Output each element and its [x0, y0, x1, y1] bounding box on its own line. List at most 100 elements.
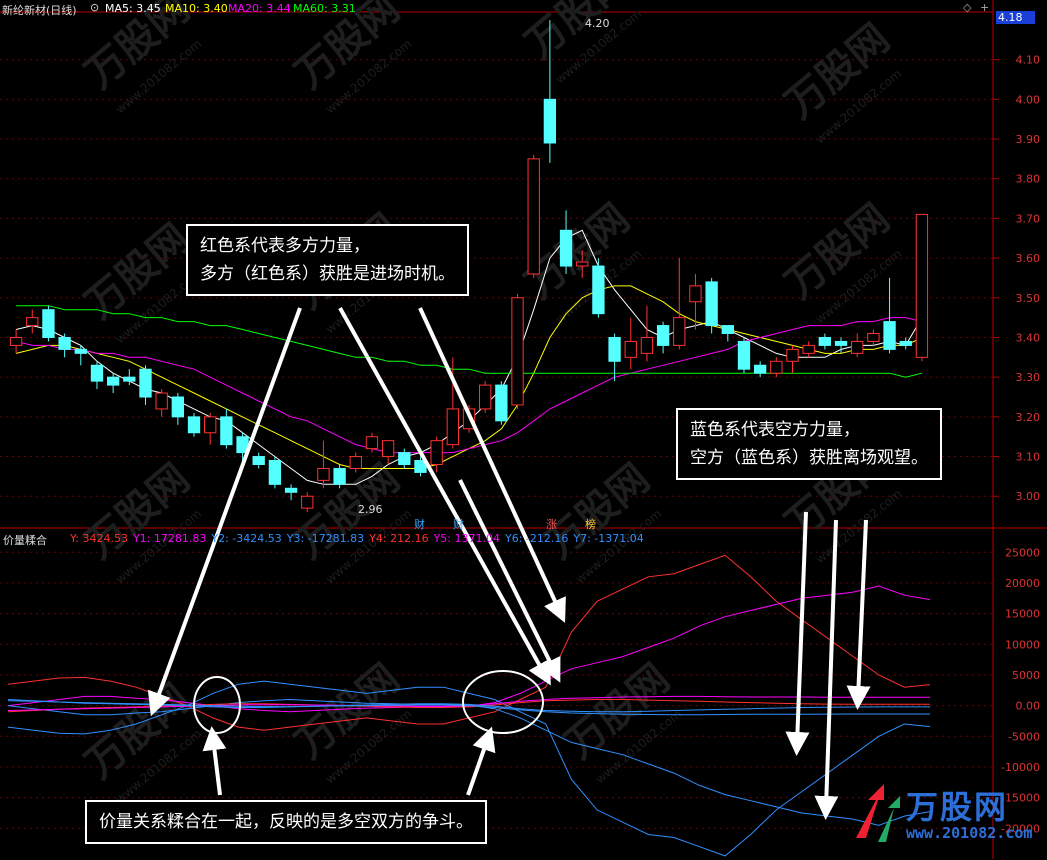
watermark-text: 万股网	[777, 195, 898, 307]
price-tick-label: 4.00	[1016, 93, 1041, 106]
price-tick-label: 3.60	[1016, 252, 1041, 265]
current-price-tag: 4.18	[996, 11, 1035, 24]
watermark-text: 万股网	[287, 455, 408, 567]
indicator-tick-label: 25000	[1005, 546, 1040, 559]
candle-body	[624, 340, 637, 358]
candle-body	[446, 408, 459, 446]
candle-body	[721, 325, 734, 335]
candle-body	[26, 317, 39, 327]
price-tick-label: 3.40	[1016, 331, 1041, 344]
diamond-icon[interactable]: ◇	[963, 1, 971, 14]
candle-body	[268, 460, 282, 485]
annotation-arrow	[785, 511, 810, 756]
candle-body	[867, 333, 880, 342]
candle-body	[883, 321, 896, 350]
event-marker-list[interactable]: 榜	[585, 516, 596, 532]
candle-body	[705, 281, 718, 327]
candle-body	[770, 360, 783, 374]
candle-body	[689, 285, 702, 303]
high-price-label: 4.20	[585, 17, 610, 30]
price-tick-label: 3.00	[1016, 490, 1041, 503]
axis-ticks: 4.10 4.00 3.90 3.80 3.70 3.60 3.50 3.40 3.30 3.20…	[993, 54, 1041, 835]
annotation-line: 空方（蓝色系）获胜离场观望。	[690, 448, 928, 468]
low-price-label: 2.96	[358, 503, 383, 516]
candle-body	[915, 213, 929, 358]
candle-body	[58, 336, 71, 350]
indicator-value: Y4: 212.16	[369, 532, 429, 545]
candle-body	[786, 348, 799, 362]
candle-body	[802, 344, 815, 354]
candle-body	[398, 452, 411, 465]
candle-body	[284, 487, 298, 493]
candle-body	[349, 456, 362, 469]
candle-body	[899, 340, 912, 346]
candle-body	[365, 436, 379, 450]
indicator-tick-label: 20000	[1005, 577, 1040, 590]
indicator-value: Y2: -3424.53	[211, 532, 282, 545]
candle-body	[737, 340, 751, 370]
candle-body	[74, 348, 87, 354]
candle-body	[511, 297, 524, 406]
candle-body	[543, 98, 557, 144]
annotation-bear-force: 蓝色系代表空方力量， 空方（蓝色系）获胜离场观望。	[676, 408, 942, 480]
candle-body	[640, 336, 654, 354]
candle-body	[527, 158, 540, 275]
annotation-arrow	[846, 519, 871, 710]
watermark-text: 万股网	[77, 675, 198, 787]
candle-body	[90, 364, 104, 382]
event-marker-finance[interactable]: 财	[453, 516, 464, 532]
annotation-arrow	[466, 726, 496, 796]
indicator-value: Y3: -17281.83	[286, 532, 365, 545]
indicator-value: Y6: -212.16	[505, 532, 569, 545]
candle-body	[139, 368, 152, 398]
candle-body	[301, 495, 314, 509]
stock-title: 新纶新材(日线)	[2, 4, 77, 17]
candle-body	[220, 416, 233, 446]
indicator-value: Y: 3424.53	[70, 532, 128, 545]
candle-body	[317, 467, 330, 481]
candle-body	[592, 265, 605, 315]
chevron-down-icon[interactable]: ⊙	[90, 1, 99, 14]
price-tick-label: 3.10	[1016, 451, 1041, 464]
candle-body	[204, 416, 217, 434]
logo-url-text: www.201082.com	[906, 824, 1033, 842]
candle-body	[559, 229, 573, 267]
price-tick-label: 3.50	[1016, 292, 1041, 305]
indicator-tick-label: -5000	[1008, 730, 1040, 743]
ma5-value: MA5: 3.45	[105, 2, 161, 15]
price-tick-label: 3.90	[1016, 133, 1041, 146]
price-tick-label: 3.80	[1016, 173, 1041, 186]
price-tick-label: 4.10	[1016, 54, 1041, 67]
annotation-struggle: 价量关系糅合在一起，反映的是多空双方的争斗。	[85, 800, 487, 844]
watermark-text: 万股网	[77, 215, 198, 327]
event-marker-limit-up[interactable]: 涨	[546, 516, 557, 532]
candle-body	[834, 340, 848, 346]
indicator-tick-label: -10000	[1001, 761, 1040, 774]
annotation-line: 多方（红色系）获胜是进场时机。	[200, 264, 455, 284]
indicator-value: Y1: 17281.83	[132, 532, 207, 545]
event-marker-finance[interactable]: 财	[414, 516, 425, 532]
price-tick-label: 3.70	[1016, 212, 1041, 225]
candle-body	[42, 309, 55, 338]
watermark-text: 万股网	[77, 455, 198, 567]
indicator-name[interactable]: 价量糅合	[3, 532, 47, 548]
annotation-arrows	[147, 307, 871, 820]
indicator-tick-label: 10000	[1005, 638, 1040, 651]
annotation-arrow	[202, 726, 227, 796]
candle-body	[187, 416, 201, 434]
candle-body	[381, 440, 395, 458]
candle-body	[851, 340, 864, 354]
candle-body	[608, 336, 621, 362]
candle-body	[430, 440, 443, 465]
candle-body	[818, 336, 832, 346]
candle-body	[123, 376, 136, 382]
candle-body	[495, 384, 508, 422]
price-tick-label: 3.30	[1016, 371, 1041, 384]
candle-body	[656, 325, 670, 346]
candle-body	[753, 364, 767, 374]
indicator-values: Y: 3424.53 Y1: 17281.83 Y2: -3424.53 Y3: -1…	[70, 532, 649, 545]
ma60-value: MA60: 3.31	[293, 2, 356, 15]
add-icon[interactable]: +	[980, 1, 989, 14]
candle-body	[576, 261, 589, 267]
candle-body	[252, 456, 265, 465]
